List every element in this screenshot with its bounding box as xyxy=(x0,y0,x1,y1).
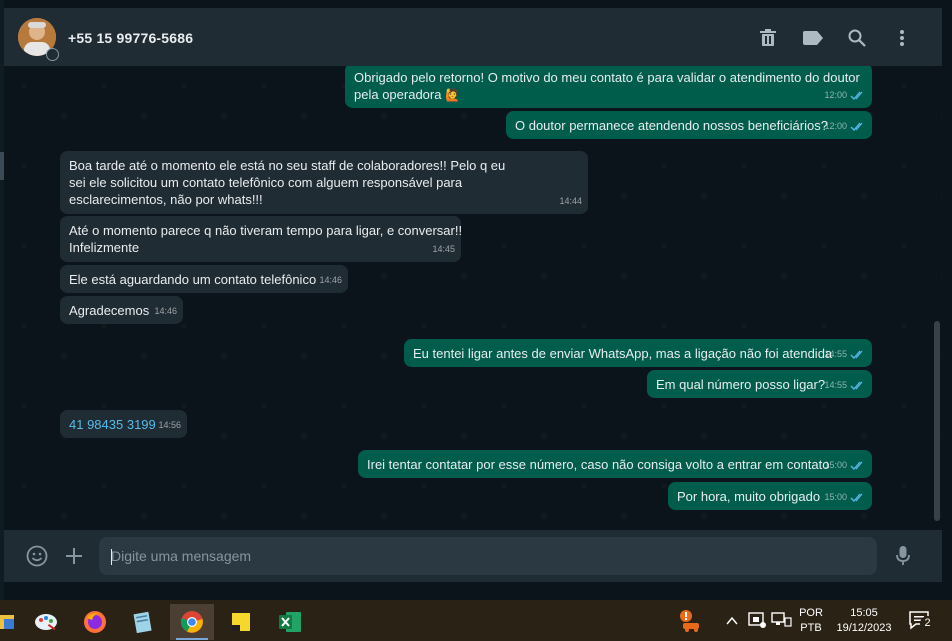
notepad-icon[interactable] xyxy=(121,604,165,640)
message-bubble-in[interactable]: Boa tarde até o momento ele está no seu … xyxy=(60,151,588,214)
whatsapp-window: +55 15 99776-5686 Obrigado pelo retorno!… xyxy=(0,0,952,641)
chevron-up-icon[interactable] xyxy=(725,614,739,628)
notifications-icon[interactable]: 2 xyxy=(908,608,936,634)
clock-time: 15:05 xyxy=(850,607,878,619)
message-time: 14:46 xyxy=(319,275,342,285)
firefox-icon[interactable] xyxy=(73,604,117,640)
message-text: Ele está aguardando um contato telefônic… xyxy=(69,272,317,287)
contact-name[interactable]: +55 15 99776-5686 xyxy=(68,30,193,46)
text-caret xyxy=(111,549,112,565)
search-icon[interactable] xyxy=(845,26,869,50)
message-text: Por hora, muito obrigado xyxy=(677,489,821,504)
emoji-raising-hand-icon: 🙋 xyxy=(445,88,461,102)
message-input[interactable] xyxy=(99,537,877,575)
message-list[interactable]: Obrigado pelo retorno! O motivo do meu c… xyxy=(4,66,942,526)
clock[interactable]: 15:05 19/12/2023 xyxy=(832,606,896,636)
clock-date: 19/12/2023 xyxy=(836,622,892,634)
label-icon[interactable] xyxy=(801,26,825,50)
message-bubble-out[interactable]: Irei tentar contatar por esse número, ca… xyxy=(358,450,872,478)
message-text: O doutor permanece atendendo nossos bene… xyxy=(515,118,828,133)
message-text: Eu tentei ligar antes de enviar WhatsApp… xyxy=(413,346,833,361)
chat-header[interactable]: +55 15 99776-5686 xyxy=(4,8,942,66)
read-ticks-icon xyxy=(850,350,863,359)
message-text: Obrigado pelo retorno! O motivo do meu c… xyxy=(354,70,860,102)
phone-number-link[interactable]: 41 98435 3199 xyxy=(69,417,156,432)
message-time: 14:44 xyxy=(559,196,582,206)
language-code: POR xyxy=(799,607,823,619)
message-bubble-out[interactable]: Por hora, muito obrigado 15:00 xyxy=(668,482,872,510)
message-text: Irei tentar contatar por esse número, ca… xyxy=(367,457,830,472)
sticky-notes-icon[interactable] xyxy=(219,604,263,640)
message-text: Até o momento parece q não tiveram tempo… xyxy=(69,223,463,255)
message-time: 14:56 xyxy=(158,420,181,430)
microphone-icon[interactable] xyxy=(890,543,916,569)
language-indicator[interactable]: POR PTB xyxy=(797,606,825,636)
message-bubble-in[interactable]: Até o momento parece q não tiveram tempo… xyxy=(60,216,463,262)
message-bubble-in[interactable]: Ele está aguardando um contato telefônic… xyxy=(60,265,348,293)
delete-icon[interactable] xyxy=(756,26,780,50)
keyboard-layout: PTB xyxy=(800,622,822,634)
message-time: 14:46 xyxy=(154,306,177,316)
network-warning-icon[interactable] xyxy=(677,608,703,634)
message-bubble-out[interactable]: Eu tentei ligar antes de enviar WhatsApp… xyxy=(404,339,872,367)
message-time: 14:55 xyxy=(824,349,847,359)
read-ticks-icon xyxy=(850,461,863,470)
network-icon[interactable] xyxy=(770,610,792,630)
chrome-icon[interactable] xyxy=(170,604,214,640)
message-bubble-in[interactable]: 41 98435 3199 14:56 xyxy=(60,410,187,438)
status-ring-icon xyxy=(46,48,59,61)
read-ticks-icon xyxy=(850,91,863,100)
composer-bar xyxy=(4,530,942,582)
read-ticks-icon xyxy=(850,493,863,502)
message-time: 12:00 xyxy=(824,121,847,131)
emoji-icon[interactable] xyxy=(24,543,50,569)
windows-taskbar: POR PTB 15:05 19/12/2023 2 xyxy=(0,600,952,641)
attach-plus-icon[interactable] xyxy=(61,543,87,569)
menu-icon[interactable] xyxy=(890,26,914,50)
chat-scrollbar[interactable] xyxy=(934,321,940,521)
message-text: Em qual número posso ligar? xyxy=(656,377,826,392)
message-bubble-out[interactable]: O doutor permanece atendendo nossos bene… xyxy=(506,111,872,139)
read-ticks-icon xyxy=(850,122,863,131)
message-time: 15:00 xyxy=(824,492,847,502)
message-time: 14:45 xyxy=(432,244,455,254)
message-bubble-in[interactable]: Agradecemos 14:46 xyxy=(60,296,183,324)
read-ticks-icon xyxy=(850,381,863,390)
message-time: 15:00 xyxy=(824,460,847,470)
message-bubble-out[interactable]: Obrigado pelo retorno! O motivo do meu c… xyxy=(345,66,872,108)
excel-icon[interactable] xyxy=(268,604,312,640)
message-text: Agradecemos xyxy=(69,303,150,318)
notification-count-badge: 2 xyxy=(920,616,935,631)
tray-app-icon[interactable] xyxy=(747,610,767,630)
message-time: 12:00 xyxy=(824,90,847,100)
message-bubble-out[interactable]: Em qual número posso ligar? 14:55 xyxy=(647,370,872,398)
message-text: Boa tarde até o momento ele está no seu … xyxy=(69,158,506,207)
paint-icon[interactable] xyxy=(24,604,68,640)
message-time: 14:55 xyxy=(824,380,847,390)
